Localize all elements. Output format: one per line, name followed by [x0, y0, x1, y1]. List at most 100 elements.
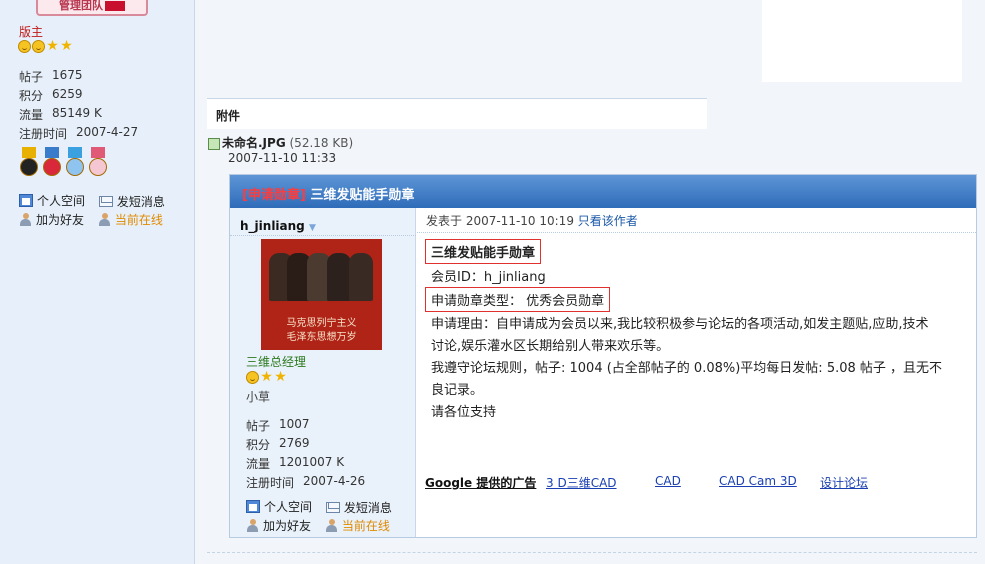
avatar-caption-line: 马克思列宁主义	[286, 318, 357, 329]
personal-space-link[interactable]: 个人空间	[246, 498, 312, 515]
online-status: 当前在线	[325, 517, 390, 534]
smiley-icon	[32, 40, 45, 53]
send-message-link[interactable]: 发短消息	[98, 193, 165, 210]
user-icon	[325, 519, 338, 532]
author-stat-posts: 帖子 1007	[246, 417, 310, 434]
mail-icon	[98, 196, 113, 207]
divider	[230, 235, 416, 236]
star-icon: ★	[60, 38, 73, 54]
google-ads: Google 提供的广告 3 D三维CAD CAD CAD Cam 3D 设计论…	[425, 474, 975, 491]
stat-label: 流量	[19, 108, 44, 122]
stat-label: 积分	[246, 438, 271, 452]
link-label: 加为好友	[36, 213, 85, 227]
home-icon	[19, 194, 33, 207]
image-file-icon	[208, 137, 220, 150]
stat-traffic: 流量 85149 K	[19, 106, 102, 123]
stat-label: 注册时间	[246, 476, 295, 490]
user-icon	[98, 213, 111, 226]
profile-actions-row-1: 个人空间 发短消息	[19, 192, 175, 210]
online-label: 当前在线	[341, 519, 390, 533]
post-meta: 发表于 2007-11-10 10:19 只看该作者	[426, 212, 638, 229]
post-title-bar: [申请勋章] 三维发贴能手勋章	[230, 175, 976, 208]
star-icon: ★	[260, 369, 273, 385]
section-divider	[207, 552, 977, 553]
author-actions-row-1: 个人空间 发短消息	[246, 498, 402, 516]
add-user-icon	[19, 213, 32, 226]
user-rank: 版主	[19, 25, 44, 39]
medal-icon	[88, 147, 108, 179]
medal-type-line: 申请勋章类型： 优秀会员勋章	[425, 287, 611, 312]
online-status: 当前在线	[98, 211, 163, 228]
banner-decoration	[105, 1, 125, 11]
ad-link[interactable]: CAD Cam 3D	[719, 474, 797, 488]
stat-register-date: 注册时间 2007-4-27	[19, 125, 138, 142]
only-author-link[interactable]: 只看该作者	[578, 214, 638, 228]
team-banner-text: 管理团队	[59, 0, 103, 12]
online-label: 当前在线	[114, 213, 163, 227]
stat-label: 流量	[246, 457, 271, 471]
post-body: 发表于 2007-11-10 10:19 只看该作者 三维发贴能手勋章 会员ID…	[417, 208, 976, 537]
author-name: h_jinliang ▼	[240, 219, 316, 233]
author-rank-stars: ★ ★	[246, 369, 287, 385]
add-user-icon	[246, 519, 259, 532]
author-panel: h_jinliang ▼ 马克思列宁主义 毛泽东思想万岁 三维总经理 ★ ★ 小…	[230, 208, 416, 537]
avatar: 马克思列宁主义 毛泽东思想万岁	[261, 239, 382, 350]
author-rank: 三维总经理	[246, 355, 307, 369]
rules-line: 良记录。	[431, 383, 484, 398]
rules-line: 我遵守论坛规则，帖子: 1004 (占全部帖子的 0.08%)平均每日发帖: 5…	[431, 361, 943, 376]
ad-link[interactable]: CAD	[655, 474, 681, 488]
stat-value: 2007-4-26	[303, 474, 366, 488]
member-id-line: 会员ID：h_jinliang	[431, 270, 546, 285]
add-friend-link[interactable]: 加为好友	[246, 517, 311, 534]
divider	[417, 232, 976, 233]
home-icon	[246, 500, 260, 513]
send-message-link[interactable]: 发短消息	[325, 499, 392, 516]
attachment-file: 未命名.JPG (52.18 KB)	[208, 134, 353, 151]
author-stat-traffic: 流量 1201007 K	[246, 455, 344, 472]
left-profile-panel: 管理团队 版主 ★ ★ 帖子 1675 积分 6259 流量 85149 K 注…	[0, 0, 195, 564]
stat-value: 2007-4-27	[76, 125, 139, 139]
smiley-icon	[246, 371, 259, 384]
stat-value: 1201007 K	[279, 455, 345, 469]
ad-link[interactable]: 设计论坛	[820, 474, 868, 491]
stat-value: 85149 K	[52, 106, 102, 120]
profile-actions-row-2: 加为好友 当前在线	[19, 211, 173, 229]
chevron-down-icon: ▼	[308, 223, 316, 233]
stat-points: 积分 6259	[19, 87, 83, 104]
avatar-caption: 马克思列宁主义 毛泽东思想万岁	[261, 317, 382, 345]
author-name-text: h_jinliang	[240, 219, 305, 233]
stat-value: 1675	[52, 68, 83, 82]
stat-label: 注册时间	[19, 127, 68, 141]
stat-label: 帖子	[246, 419, 271, 433]
reason-line: 申请理由：自申请成为会员以来,我比较积极参与论坛的各项活动,如发主题贴,应助,技…	[431, 317, 929, 332]
avatar-portraits	[269, 253, 374, 305]
link-label: 加为好友	[263, 519, 312, 533]
attachment-date: 2007-11-10 11:33	[228, 151, 337, 165]
stat-value: 6259	[52, 87, 83, 101]
attachment-file-size: (52.18 KB)	[289, 136, 354, 150]
post-heading: 三维发贴能手勋章	[425, 239, 542, 264]
post-content-area: 附件 未命名.JPG (52.18 KB) 2007-11-10 11:33 […	[195, 0, 985, 564]
medal-icon	[42, 147, 62, 179]
link-label: 发短消息	[116, 195, 165, 209]
link-label: 个人空间	[37, 194, 86, 208]
stat-value: 2769	[279, 436, 310, 450]
post-timestamp: 发表于 2007-11-10 10:19	[426, 214, 574, 228]
author-stat-register-date: 注册时间 2007-4-26	[246, 474, 365, 491]
add-friend-link[interactable]: 加为好友	[19, 211, 84, 228]
ads-label[interactable]: Google 提供的广告	[425, 476, 536, 490]
stat-posts: 帖子 1675	[19, 68, 83, 85]
reason-line: 讨论,娱乐灌水区长期给别人带来欢乐等。	[431, 339, 670, 354]
team-banner: 管理团队	[36, 0, 148, 16]
personal-space-link[interactable]: 个人空间	[19, 192, 85, 209]
author-sub-rank: 小草	[246, 390, 271, 404]
author-actions-row-2: 加为好友 当前在线	[246, 517, 400, 535]
star-icon: ★	[274, 369, 287, 385]
stat-label: 帖子	[19, 70, 44, 84]
ad-link[interactable]: 3 D三维CAD	[546, 474, 617, 491]
smiley-icon	[18, 40, 31, 53]
support-line: 请各位支持	[431, 405, 497, 420]
avatar-caption-line: 毛泽东思想万岁	[286, 332, 357, 343]
attachment-file-name[interactable]: 未命名.JPG	[222, 136, 286, 150]
mail-icon	[325, 502, 340, 513]
